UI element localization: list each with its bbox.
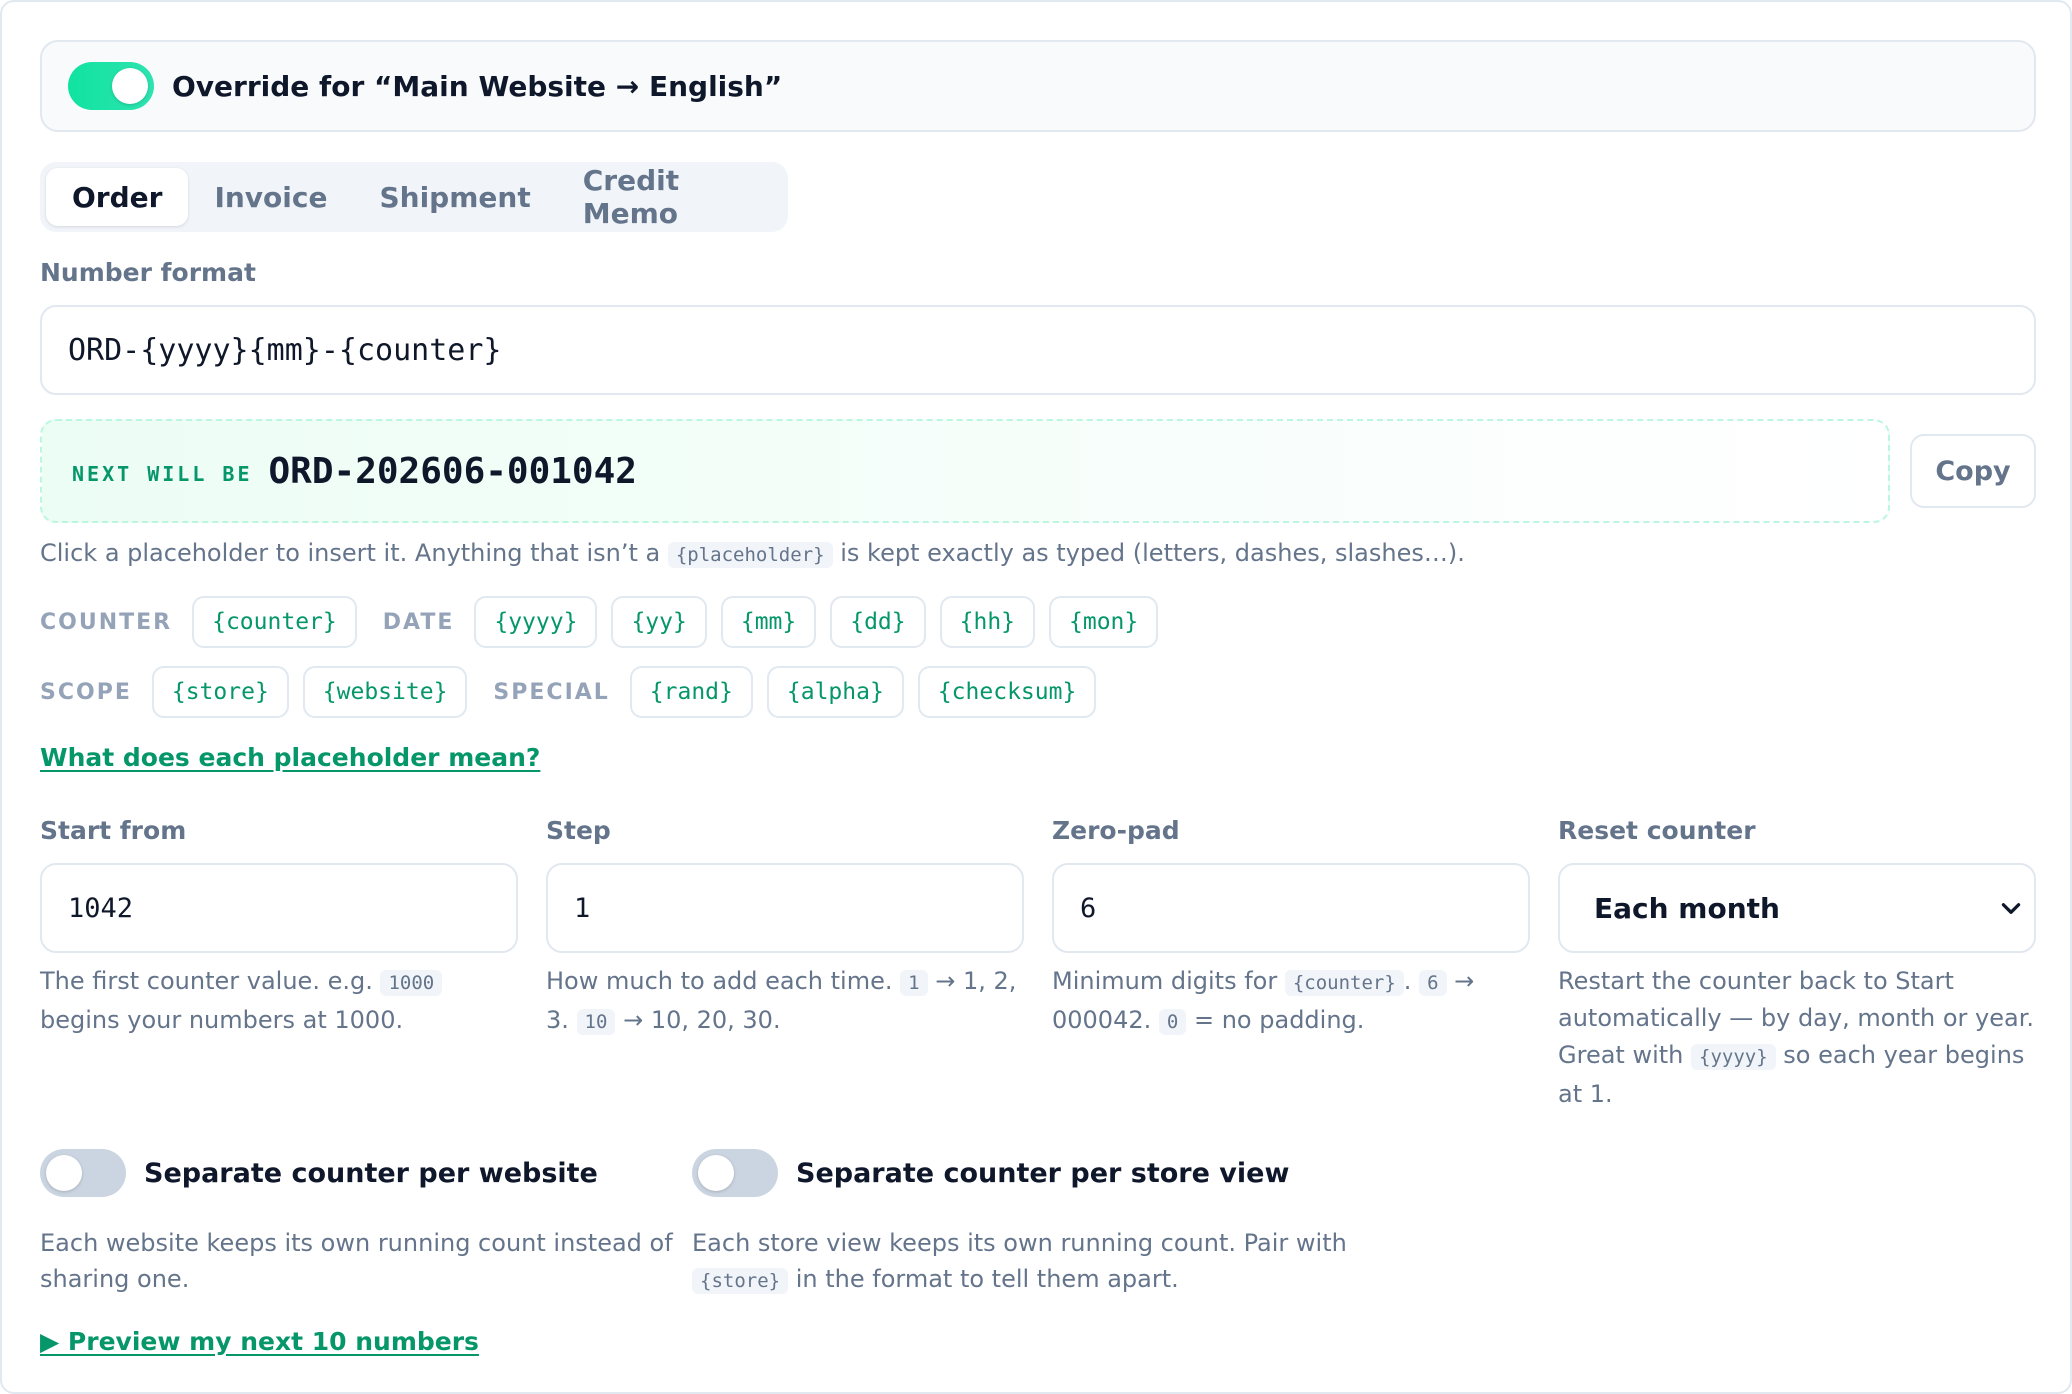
help-text: begins your numbers at 1000. bbox=[40, 1006, 404, 1034]
zero-pad-help: Minimum digits for {counter}. 6 → 000042… bbox=[1052, 963, 1530, 1041]
toggle-knob bbox=[698, 1155, 734, 1191]
next-number-preview: Next will be ORD-202606-001042 bbox=[40, 419, 1890, 523]
placeholder-help-link[interactable]: What does each placeholder mean? bbox=[40, 743, 540, 772]
hint-text: Click a placeholder to insert it. Anythi… bbox=[40, 539, 661, 567]
placeholder-hint: Click a placeholder to insert it. Anythi… bbox=[40, 535, 2036, 573]
copy-button[interactable]: Copy bbox=[1910, 434, 2036, 508]
toggle-knob bbox=[112, 68, 148, 104]
help-code: 6 bbox=[1419, 970, 1447, 996]
hint-text: is kept exactly as typed (letters, dashe… bbox=[840, 539, 1465, 567]
help-text: in the format to tell them apart. bbox=[795, 1265, 1179, 1293]
help-code: 10 bbox=[576, 1009, 616, 1035]
tab-invoice[interactable]: Invoice bbox=[188, 168, 353, 226]
start-from-label: Start from bbox=[40, 816, 187, 845]
placeholder-row-2: SCOPE {store} {website} SPECIAL {rand} {… bbox=[40, 665, 2036, 719]
start-from-input[interactable]: 1042 bbox=[40, 863, 518, 953]
number-format-label: Number format bbox=[40, 258, 256, 287]
per-store-view-toggle[interactable] bbox=[692, 1149, 778, 1197]
toggle-knob bbox=[46, 1155, 82, 1191]
help-code: 0 bbox=[1158, 1009, 1187, 1035]
chip-rand[interactable]: {rand} bbox=[629, 666, 753, 718]
special-group-label: SPECIAL bbox=[493, 679, 610, 705]
help-code: {store} bbox=[692, 1268, 789, 1294]
reset-counter-value: Each month bbox=[1594, 891, 1780, 925]
per-website-label: Separate counter per website bbox=[144, 1157, 598, 1189]
help-code: 1 bbox=[900, 970, 928, 996]
chip-checksum[interactable]: {checksum} bbox=[917, 666, 1097, 718]
chevron-down-icon bbox=[2001, 903, 2021, 914]
chip-website[interactable]: {website} bbox=[302, 666, 468, 718]
help-text: = no padding. bbox=[1193, 1006, 1365, 1034]
number-format-input[interactable]: ORD-{yyyy}{mm}-{counter} bbox=[40, 305, 2036, 395]
help-code: {yyyy} bbox=[1691, 1044, 1776, 1070]
override-bar: Override for “Main Website → English” bbox=[40, 40, 2036, 132]
next-number-value: ORD-202606-001042 bbox=[268, 450, 637, 492]
hint-code: {placeholder} bbox=[667, 542, 833, 568]
reset-counter-select[interactable]: Each month bbox=[1558, 863, 2036, 953]
panel-content: Override for “Main Website → English” Or… bbox=[40, 40, 2036, 1356]
tab-shipment[interactable]: Shipment bbox=[353, 168, 556, 226]
zero-pad-field: Zero-pad 6 Minimum digits for {counter}.… bbox=[1052, 816, 1530, 1113]
override-label: Override for “Main Website → English” bbox=[172, 69, 783, 103]
help-text: The first counter value. e.g. bbox=[40, 967, 373, 995]
chip-hh[interactable]: {hh} bbox=[939, 596, 1036, 648]
per-website-toggle[interactable] bbox=[40, 1149, 126, 1197]
chip-store[interactable]: {store} bbox=[151, 666, 289, 718]
chip-counter[interactable]: {counter} bbox=[192, 596, 357, 648]
reset-counter-field: Reset counter Each month Restart the cou… bbox=[1558, 816, 2036, 1113]
counter-scope-toggles: Separate counter per website Each websit… bbox=[40, 1149, 2036, 1299]
help-text: How much to add each time. bbox=[546, 967, 893, 995]
help-code: 1000 bbox=[380, 970, 443, 996]
step-field: Step 1 How much to add each time. 1 → 1,… bbox=[546, 816, 1024, 1113]
preview-next-numbers-link[interactable]: ▶ Preview my next 10 numbers bbox=[40, 1327, 479, 1356]
chip-mon[interactable]: {mon} bbox=[1049, 596, 1159, 648]
document-tabs: Order Invoice Shipment Credit Memo bbox=[40, 162, 788, 232]
help-text: Each store view keeps its own running co… bbox=[692, 1229, 1347, 1257]
chip-yyyy[interactable]: {yyyy} bbox=[474, 596, 598, 648]
counter-settings: Start from 1042 The first counter value.… bbox=[40, 816, 2036, 1113]
help-code: {counter} bbox=[1284, 970, 1404, 996]
per-store-view-label: Separate counter per store view bbox=[796, 1157, 1290, 1189]
help-text: Minimum digits for bbox=[1052, 967, 1278, 995]
settings-panel: Override for “Main Website → English” Or… bbox=[0, 0, 2072, 1394]
start-from-help: The first counter value. e.g. 1000 begin… bbox=[40, 963, 518, 1039]
step-help: How much to add each time. 1 → 1, 2, 3. … bbox=[546, 963, 1024, 1041]
chip-mm[interactable]: {mm} bbox=[720, 596, 817, 648]
per-store-view-setting: Separate counter per store view Each sto… bbox=[692, 1149, 1372, 1299]
help-text: → 10, 20, 30. bbox=[623, 1006, 781, 1034]
counter-group-label: COUNTER bbox=[40, 609, 173, 635]
zero-pad-input[interactable]: 6 bbox=[1052, 863, 1530, 953]
date-group-label: DATE bbox=[382, 609, 455, 635]
tab-credit-memo[interactable]: Credit Memo bbox=[557, 164, 782, 230]
scope-group-label: SCOPE bbox=[40, 679, 132, 705]
chip-alpha[interactable]: {alpha} bbox=[766, 666, 904, 718]
step-label: Step bbox=[546, 816, 611, 845]
per-website-help: Each website keeps its own running count… bbox=[40, 1229, 673, 1293]
help-text: . bbox=[1403, 967, 1412, 995]
per-website-setting: Separate counter per website Each websit… bbox=[40, 1149, 692, 1299]
zero-pad-label: Zero-pad bbox=[1052, 816, 1180, 845]
step-input[interactable]: 1 bbox=[546, 863, 1024, 953]
start-from-field: Start from 1042 The first counter value.… bbox=[40, 816, 518, 1113]
tab-order[interactable]: Order bbox=[46, 168, 189, 226]
next-number-row: Next will be ORD-202606-001042 Copy bbox=[40, 419, 2036, 523]
chip-yy[interactable]: {yy} bbox=[611, 596, 707, 648]
chip-dd[interactable]: {dd} bbox=[830, 596, 926, 648]
reset-counter-label: Reset counter bbox=[1558, 816, 1756, 845]
per-store-view-help: Each store view keeps its own running co… bbox=[692, 1225, 1372, 1299]
override-toggle[interactable] bbox=[68, 62, 154, 110]
next-will-be-label: Next will be bbox=[72, 462, 253, 486]
reset-counter-help: Restart the counter back to Start automa… bbox=[1558, 963, 2036, 1113]
placeholder-row-1: COUNTER {counter} DATE {yyyy} {yy} {mm} … bbox=[40, 595, 2036, 649]
